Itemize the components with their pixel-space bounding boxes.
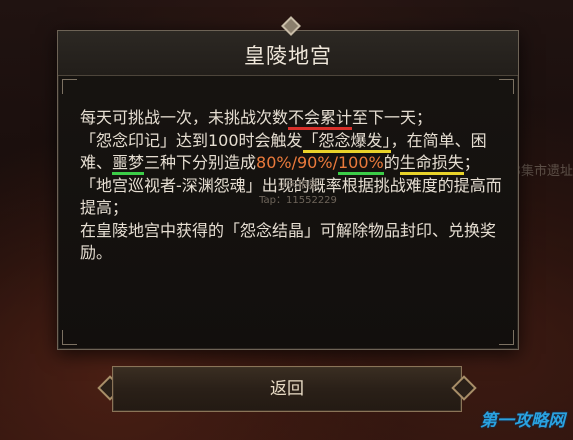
text-span: 的 <box>383 153 400 172</box>
background-location-label: 3集市遗址 <box>512 164 573 179</box>
site-logo: 第一攻略网 <box>480 411 565 431</box>
text-span: 80%/90%/ <box>256 153 338 172</box>
back-button-frame: 返回 <box>96 366 478 412</box>
text-span: ； <box>463 153 480 172</box>
text-span: 至下一天； <box>352 108 433 127</box>
corner-ornament <box>499 330 514 345</box>
dialog-panel: 皇陵地宫 每天可挑战一次，未挑战次数不会累计至下一天； 「怨念印记」达到100时… <box>57 16 519 350</box>
highlight-nightmare: 噩梦 <box>112 153 145 175</box>
rule-crystal: 在皇陵地宫中获得的「怨念结晶」可解除物品封印、兑换奖励。 <box>80 220 497 263</box>
rule-resentment-burst: 「怨念印记」达到100时会触发「怨念爆发」，在简单、困难、噩梦三种下分别造成80… <box>80 130 504 175</box>
diamond-ornament-icon <box>281 16 301 36</box>
highlight-burst: 「怨念爆发」 <box>302 130 391 153</box>
text-span: 每天可挑战一次，未挑战次数 <box>80 108 289 127</box>
corner-ornament <box>62 330 77 345</box>
dialog-header: 皇陵地宫 <box>58 16 518 76</box>
corner-ornament <box>62 79 77 94</box>
dialog-body: 每天可挑战一次，未挑战次数不会累计至下一天； 「怨念印记」达到100时会触发「怨… <box>80 107 504 265</box>
highlight-no-accumulate: 不会累计 <box>288 108 353 130</box>
corner-ornament <box>499 79 514 94</box>
back-button[interactable]: 返回 <box>112 366 462 412</box>
rule-daily-limit: 每天可挑战一次，未挑战次数不会累计至下一天； <box>80 107 504 130</box>
damage-percentages: 80%/90%/100% <box>256 153 384 175</box>
text-span: 「怨念印记」达到100时会触发 <box>80 130 303 150</box>
highlight-100-percent: 100% <box>337 153 384 175</box>
rule-patroller: 「地宫巡视者-深渊怨魂」出现的概率根据挑战难度的提高而提高； <box>80 175 502 218</box>
dialog-title: 皇陵地宫 <box>244 44 332 68</box>
highlight-health-loss: 生命损失 <box>399 153 464 175</box>
game-screen: 3集市遗址 皇陵地宫 每天可挑战一次，未挑战次数不会累计至下一天； 「怨念印记」… <box>0 0 573 440</box>
text-span: 三种下分别造成 <box>144 153 257 172</box>
